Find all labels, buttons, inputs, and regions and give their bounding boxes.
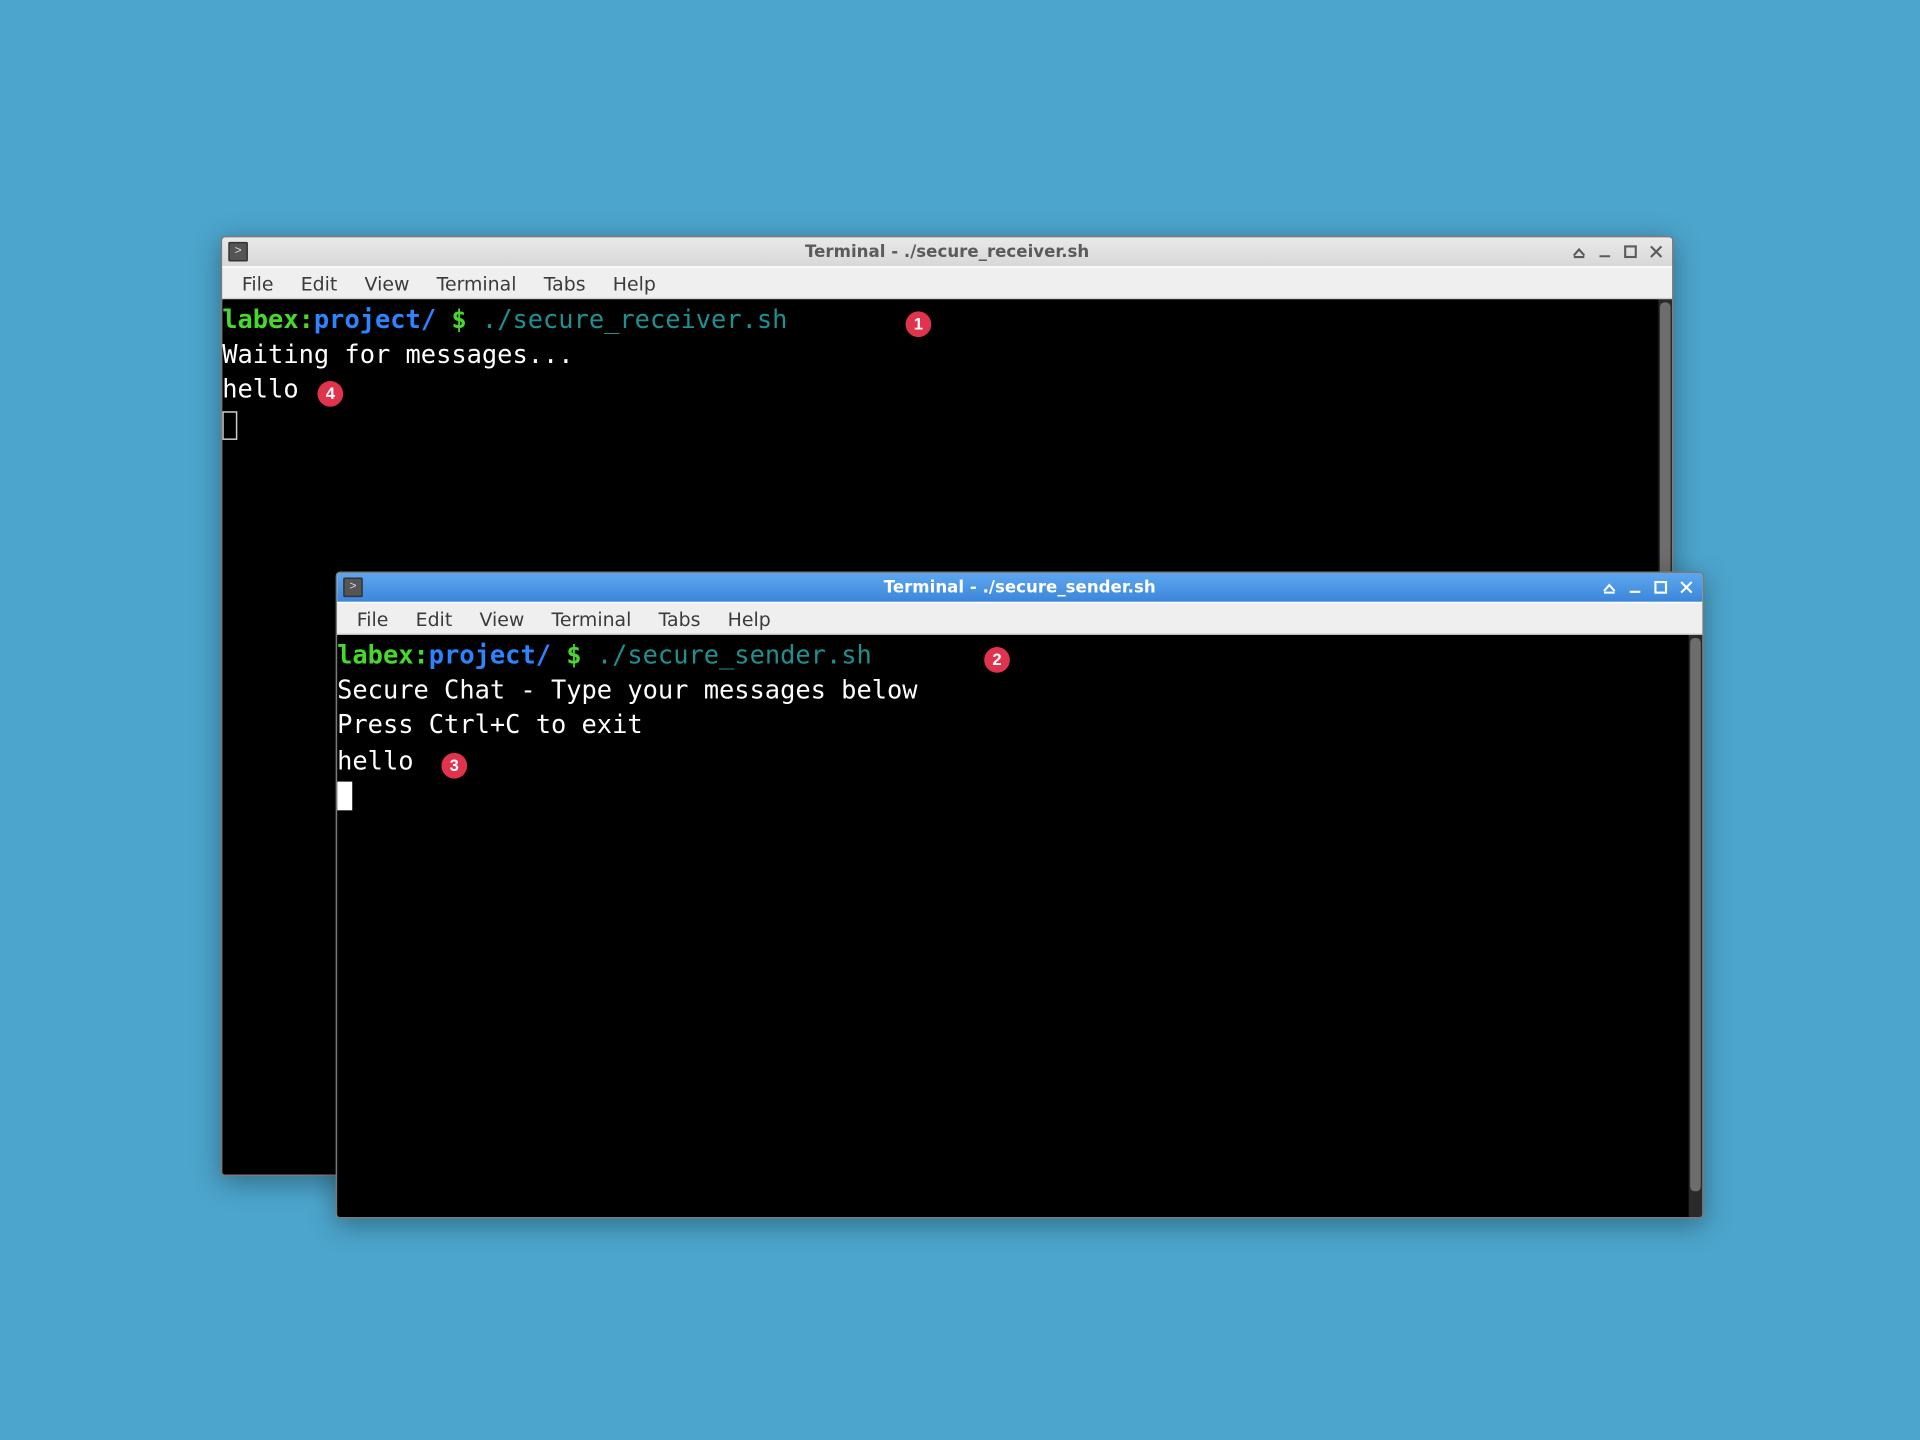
prompt-sep: : bbox=[299, 304, 314, 334]
prompt-user: labex bbox=[337, 639, 413, 669]
prompt-symbol: $ bbox=[551, 639, 597, 669]
titlebar[interactable]: Terminal - ./secure_receiver.sh bbox=[222, 237, 1672, 266]
prompt-symbol: $ bbox=[436, 304, 482, 334]
menu-terminal[interactable]: Terminal bbox=[423, 268, 530, 297]
terminal-output[interactable]: labex:project/ $ ./secure_sender.sh Secu… bbox=[337, 635, 1689, 1217]
terminal-window-sender[interactable]: Terminal - ./secure_sender.sh File Edit … bbox=[336, 571, 1704, 1218]
scrollbar[interactable] bbox=[1689, 635, 1703, 1217]
menubar: File Edit View Terminal Tabs Help bbox=[222, 266, 1672, 299]
close-button[interactable] bbox=[1645, 241, 1666, 262]
window-controls bbox=[1568, 241, 1666, 262]
annotation-badge-2: 2 bbox=[984, 647, 1010, 673]
minimize-button[interactable] bbox=[1624, 577, 1645, 598]
output-line: Waiting for messages... bbox=[222, 339, 573, 369]
terminal-area[interactable]: labex:project/ $ ./secure_sender.sh Secu… bbox=[337, 635, 1702, 1217]
prompt-sep: : bbox=[414, 639, 429, 669]
scroll-thumb[interactable] bbox=[1690, 638, 1701, 1191]
prompt-path: project/ bbox=[429, 639, 551, 669]
shade-button[interactable] bbox=[1568, 241, 1589, 262]
cursor-icon bbox=[222, 410, 237, 439]
maximize-button[interactable] bbox=[1619, 241, 1640, 262]
menu-terminal[interactable]: Terminal bbox=[538, 604, 645, 633]
output-line: Press Ctrl+C to exit bbox=[337, 710, 643, 740]
menu-file[interactable]: File bbox=[343, 604, 402, 633]
annotation-badge-4: 4 bbox=[317, 381, 343, 407]
prompt-user: labex bbox=[222, 304, 298, 334]
cursor-icon bbox=[337, 781, 352, 810]
command-text: ./secure_sender.sh bbox=[597, 639, 872, 669]
output-line: Secure Chat - Type your messages below bbox=[337, 675, 917, 705]
maximize-button[interactable] bbox=[1649, 577, 1670, 598]
menu-view[interactable]: View bbox=[351, 268, 423, 297]
menu-tabs[interactable]: Tabs bbox=[530, 268, 599, 297]
close-button[interactable] bbox=[1675, 577, 1696, 598]
output-line: hello bbox=[222, 374, 298, 404]
output-line: hello bbox=[337, 745, 413, 775]
titlebar[interactable]: Terminal - ./secure_sender.sh bbox=[337, 573, 1702, 602]
command-text: ./secure_receiver.sh bbox=[482, 304, 788, 334]
window-title: Terminal - ./secure_sender.sh bbox=[337, 578, 1702, 598]
window-controls bbox=[1598, 577, 1696, 598]
shade-button[interactable] bbox=[1598, 577, 1619, 598]
annotation-badge-3: 3 bbox=[441, 753, 467, 779]
menu-edit[interactable]: Edit bbox=[402, 604, 466, 633]
menu-help[interactable]: Help bbox=[714, 604, 784, 633]
menubar: File Edit View Terminal Tabs Help bbox=[337, 602, 1702, 635]
annotation-badge-1: 1 bbox=[906, 311, 932, 337]
menu-tabs[interactable]: Tabs bbox=[645, 604, 714, 633]
minimize-button[interactable] bbox=[1593, 241, 1614, 262]
menu-view[interactable]: View bbox=[466, 604, 538, 633]
prompt-path: project/ bbox=[314, 304, 436, 334]
terminal-app-icon bbox=[228, 242, 248, 262]
terminal-app-icon bbox=[343, 578, 363, 598]
menu-file[interactable]: File bbox=[228, 268, 287, 297]
window-title: Terminal - ./secure_receiver.sh bbox=[222, 242, 1672, 262]
menu-help[interactable]: Help bbox=[599, 268, 669, 297]
menu-edit[interactable]: Edit bbox=[287, 268, 351, 297]
